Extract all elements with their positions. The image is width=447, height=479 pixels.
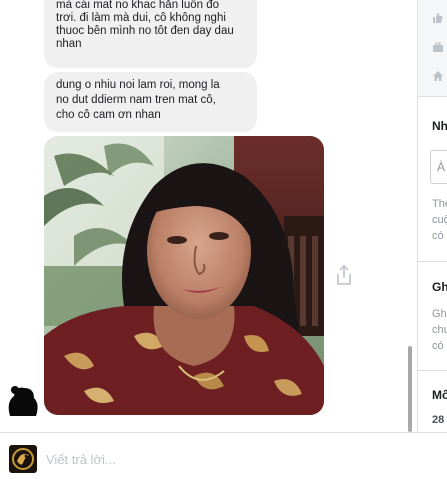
message-line: cho cô cam ơn nhan bbox=[56, 109, 161, 121]
message-line: no dut ddierm nam tren mat cô, bbox=[56, 94, 216, 106]
sidebar-text: cuộ bbox=[432, 214, 447, 226]
briefcase-icon[interactable] bbox=[432, 41, 444, 53]
sidebar-text: Gh bbox=[432, 308, 447, 320]
message-line: thuoc bên mình no tôt đen day dau bbox=[56, 25, 234, 37]
scrollbar-thumb[interactable] bbox=[408, 346, 412, 432]
sidebar-text: chư bbox=[432, 324, 447, 336]
sidebar-text: có bbox=[432, 230, 444, 242]
message-line: nhan bbox=[56, 38, 82, 50]
user-avatar[interactable] bbox=[9, 445, 37, 473]
thumbs-up-icon[interactable] bbox=[432, 12, 444, 24]
portrait-image bbox=[44, 136, 324, 415]
right-sidebar: Nh À The cuộ có Gh Gh chư có Mố 28 bbox=[417, 0, 447, 432]
message-bubble: dung o nhiu noi lam roi, mong la no dut … bbox=[44, 72, 257, 132]
sidebar-count: 28 bbox=[432, 414, 445, 426]
logo-avatar-icon bbox=[9, 445, 37, 473]
sidebar-text: có bbox=[432, 340, 444, 352]
sidebar-search-input[interactable]: À bbox=[430, 150, 447, 184]
message-line: dung o nhiu noi lam roi, mong la bbox=[56, 79, 220, 91]
chat-thread: mà cái mat no khac hẳn luôn đo trơi. đi … bbox=[0, 0, 405, 432]
divider bbox=[418, 96, 447, 97]
sidebar-section-title: Gh bbox=[432, 280, 447, 294]
reply-input[interactable] bbox=[46, 446, 426, 472]
sender-avatar[interactable] bbox=[4, 382, 40, 418]
share-icon[interactable] bbox=[334, 264, 354, 286]
shared-photo[interactable] bbox=[44, 136, 324, 415]
divider bbox=[418, 261, 447, 262]
sidebar-section-title: Nh bbox=[432, 119, 447, 133]
sidebar-icon-strip bbox=[418, 0, 447, 96]
reply-composer bbox=[0, 432, 447, 479]
home-icon[interactable] bbox=[432, 70, 444, 82]
divider bbox=[418, 370, 447, 371]
sidebar-section-title: Mố bbox=[432, 388, 447, 402]
message-bubble: mà cái mat no khac hẳn luôn đo trơi. đi … bbox=[44, 0, 257, 68]
sidebar-text: The bbox=[432, 198, 447, 210]
